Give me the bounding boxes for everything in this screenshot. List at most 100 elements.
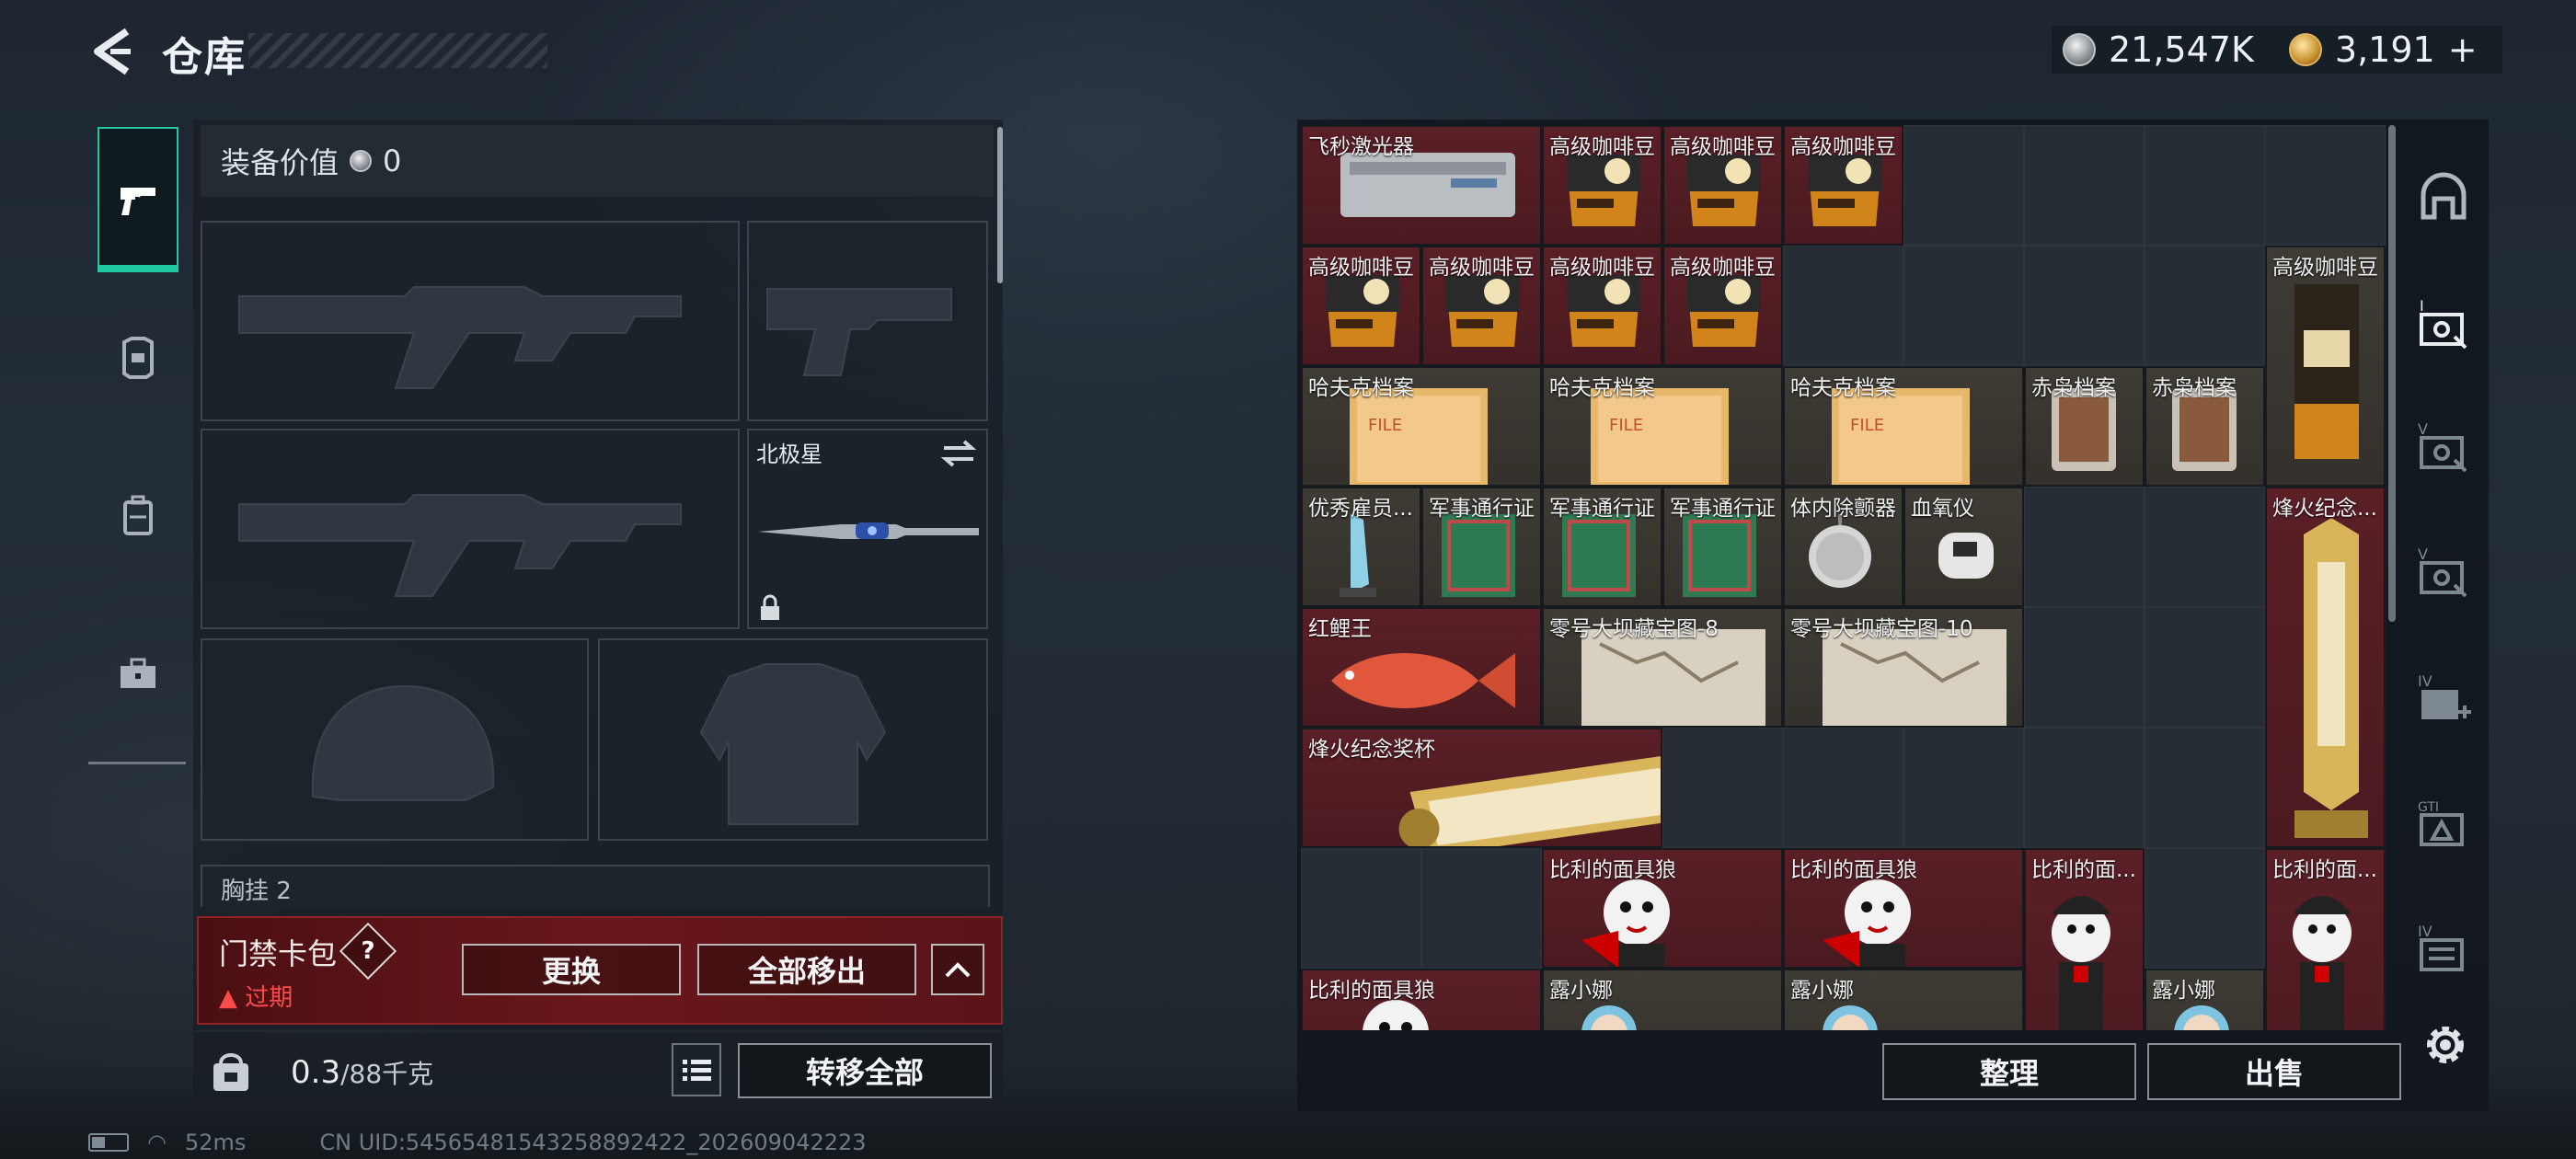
equipment-scrollbar[interactable] (997, 127, 1003, 283)
tab-stash-add[interactable]: IV (2410, 668, 2477, 734)
stash-item[interactable]: 军事通行证 (1421, 487, 1542, 607)
stash-item[interactable]: 高级咖啡豆 (2265, 246, 2386, 487)
empty-stash-cell[interactable] (2024, 728, 2145, 848)
arch-icon (2421, 172, 2467, 220)
empty-stash-cell[interactable] (1662, 728, 1783, 848)
equipment-value-header: 装备价值 0 (201, 125, 994, 197)
stash-item[interactable]: FILE 哈夫克档案 (1542, 366, 1783, 487)
empty-stash-cell[interactable] (1421, 848, 1542, 969)
stash-item-name: 军事通行证 (1549, 497, 1655, 521)
stash-item[interactable]: 烽火纪念奖杯 (1301, 728, 1662, 848)
empty-stash-cell[interactable] (2024, 125, 2145, 246)
tab-stash-3[interactable]: V (2410, 541, 2477, 607)
stash-item[interactable]: 高级咖啡豆 (1783, 125, 1903, 246)
stash-item[interactable]: 高级咖啡豆 (1542, 246, 1662, 366)
stash-item[interactable]: 军事通行证 (1662, 487, 1783, 607)
gold-plus[interactable]: + (2448, 29, 2478, 70)
melee-slot[interactable]: 北极星 (747, 429, 988, 629)
stash-item[interactable]: 露小娜 (2145, 969, 2265, 1030)
sort-button[interactable]: 整理 (1882, 1043, 2136, 1100)
empty-stash-cell[interactable] (1903, 125, 2024, 246)
primary-weapon-slot[interactable] (201, 221, 740, 421)
empty-stash-cell[interactable] (1783, 246, 1903, 366)
stash-item[interactable]: 比利的面具狼 (1783, 848, 2024, 969)
stash-item[interactable]: 高级咖啡豆 (1662, 246, 1783, 366)
transfer-all-button[interactable]: 转移全部 (738, 1043, 992, 1098)
empty-stash-cell[interactable] (1301, 848, 1421, 969)
swap-icon[interactable] (940, 438, 977, 469)
svg-text:IV: IV (2418, 672, 2432, 690)
empty-stash-cell[interactable] (2145, 848, 2265, 969)
secondary-weapon-slot[interactable] (747, 221, 988, 421)
collapse-button[interactable] (931, 944, 984, 995)
gear-icon[interactable] (2420, 1019, 2471, 1071)
stash-item[interactable]: 红鲤王 (1301, 607, 1542, 728)
empty-stash-cell[interactable] (2145, 125, 2265, 246)
stash-item[interactable]: 体内除颤器 (1783, 487, 1903, 607)
backpack-icon (213, 1053, 248, 1091)
sell-button[interactable]: 出售 (2147, 1043, 2401, 1100)
stash-item[interactable]: 血氧仪 (1903, 487, 2024, 607)
stash-item[interactable]: 零号大坝藏宝图-10 (1783, 607, 2024, 728)
tertiary-weapon-slot[interactable] (201, 429, 740, 629)
stash-item[interactable]: 赤枭档案 (2145, 366, 2265, 487)
tab-weapons[interactable] (98, 127, 178, 272)
tab-stash-4[interactable]: IV (2410, 918, 2477, 984)
empty-stash-cell[interactable] (2024, 246, 2145, 366)
chevron-up-icon (945, 962, 971, 978)
stash-item[interactable]: 烽火纪念... (2265, 487, 2386, 848)
empty-stash-cell[interactable] (1903, 246, 2024, 366)
list-icon (683, 1060, 711, 1081)
stash-item[interactable]: FILE 哈夫克档案 (1301, 366, 1542, 487)
helmet-slot[interactable] (201, 638, 589, 841)
stash-item[interactable]: 高级咖啡豆 (1542, 125, 1662, 246)
stash-item[interactable]: 高级咖啡豆 (1301, 246, 1421, 366)
stash-scrollbar[interactable] (2388, 125, 2396, 622)
stash-item[interactable]: 比利的面... (2265, 848, 2386, 1030)
wifi-icon: ◠ (147, 1130, 167, 1155)
stash-grid: 飞秒激光器 高级咖啡豆 高级咖啡豆 高级咖啡豆 高级咖啡豆 高级咖啡豆 高级咖啡豆 高级咖啡豆… (1301, 125, 2386, 1030)
stash-item[interactable]: 军事通行证 (1542, 487, 1662, 607)
tab-stash-gti[interactable]: GTI (2410, 793, 2477, 859)
stash-item-name: 飞秒激光器 (1308, 135, 1414, 159)
tab-backpack[interactable] (98, 443, 178, 589)
tab-toolbox[interactable] (98, 602, 178, 747)
battery-icon (88, 1133, 129, 1152)
page-title: 仓库 (162, 34, 247, 81)
stash-item-name: 比利的面具狼 (1549, 858, 1676, 882)
stash-item[interactable]: FILE 哈夫克档案 (1783, 366, 2024, 487)
stash-item[interactable]: 飞秒激光器 (1301, 125, 1542, 246)
stash-item[interactable]: 露小娜 (1783, 969, 2024, 1030)
stash-item[interactable]: 露小娜 (1542, 969, 1783, 1030)
empty-stash-cell[interactable] (2145, 728, 2265, 848)
empty-stash-cell[interactable] (2024, 487, 2145, 607)
stash-item[interactable]: 优秀雇员... (1301, 487, 1421, 607)
stash-item[interactable]: 零号大坝藏宝图-8 (1542, 607, 1783, 728)
empty-stash-cell[interactable] (2024, 607, 2145, 728)
replace-button[interactable]: 更换 (462, 944, 681, 995)
back-arrow-icon[interactable] (88, 26, 134, 77)
empty-stash-cell[interactable] (1903, 728, 2024, 848)
weight-max: /88千克 (340, 1059, 434, 1089)
stash-item-name: 比利的面具狼 (1790, 858, 1917, 882)
stash-item[interactable]: 比利的面... (2024, 848, 2145, 1030)
empty-stash-cell[interactable] (2145, 607, 2265, 728)
empty-stash-cell[interactable] (2145, 487, 2265, 607)
list-view-button[interactable] (672, 1043, 721, 1096)
stash-item[interactable]: 高级咖啡豆 (1421, 246, 1542, 366)
empty-stash-cell[interactable] (1783, 728, 1903, 848)
tab-stash-1[interactable]: I (2410, 293, 2477, 359)
stash-item[interactable]: 比利的面具狼 (1542, 848, 1783, 969)
chest-rig-slot[interactable]: 胸挂 2 (201, 865, 990, 907)
tab-all-stash[interactable] (2410, 166, 2477, 232)
stash-tabs: I V V IV GTI IV (2403, 125, 2484, 1109)
tab-stash-2[interactable]: V (2410, 416, 2477, 482)
stash-item[interactable]: 赤枭档案 (2024, 366, 2145, 487)
stash-item[interactable]: 高级咖啡豆 (1662, 125, 1783, 246)
remove-all-button[interactable]: 全部移出 (697, 944, 916, 995)
empty-stash-cell[interactable] (2265, 125, 2386, 246)
empty-stash-cell[interactable] (2145, 246, 2265, 366)
body-armor-slot[interactable] (598, 638, 988, 841)
tab-armor[interactable] (98, 285, 178, 430)
stash-item[interactable]: 比利的面具狼 (1301, 969, 1542, 1030)
